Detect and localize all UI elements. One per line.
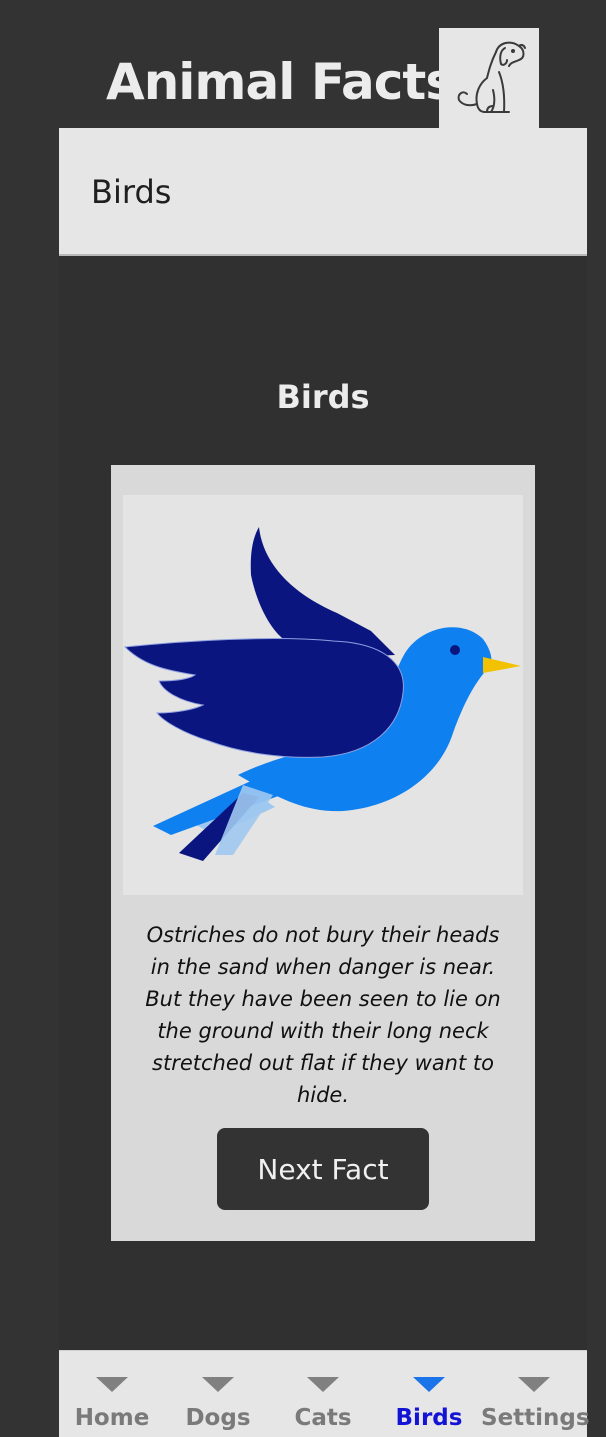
bluebird-illustration	[123, 527, 521, 861]
nav-item-birds[interactable]: Birds	[376, 1351, 482, 1437]
nav-label: Cats	[294, 1405, 352, 1431]
nav-label: Birds	[395, 1405, 463, 1431]
bottom-nav: Home Dogs Cats Birds Settings	[59, 1350, 590, 1437]
nav-item-dogs[interactable]: Dogs	[165, 1351, 271, 1437]
chevron-down-icon	[307, 1377, 339, 1392]
page-header-title: Birds	[91, 173, 172, 211]
app-title: Animal Facts	[106, 53, 455, 111]
nav-item-cats[interactable]: Cats	[270, 1351, 376, 1437]
chevron-down-icon	[96, 1377, 128, 1392]
page-header: Birds	[59, 128, 587, 256]
section-heading: Birds	[276, 378, 370, 416]
bird-image	[123, 495, 523, 895]
nav-label: Settings	[481, 1405, 590, 1431]
nav-label: Home	[74, 1405, 150, 1431]
chevron-down-icon	[413, 1377, 445, 1392]
chevron-down-icon	[518, 1377, 550, 1392]
app-logo	[439, 28, 539, 128]
nav-item-settings[interactable]: Settings	[481, 1351, 590, 1437]
fact-text: Ostriches do not bury their heads in the…	[145, 923, 501, 1107]
nav-label: Dogs	[185, 1405, 251, 1431]
nav-item-home[interactable]: Home	[59, 1351, 165, 1437]
chevron-down-icon	[202, 1377, 234, 1392]
fact-card: Ostriches do not bury their heads in the…	[111, 465, 535, 1241]
next-fact-button[interactable]: Next Fact	[217, 1128, 429, 1210]
dog-icon	[457, 41, 526, 113]
